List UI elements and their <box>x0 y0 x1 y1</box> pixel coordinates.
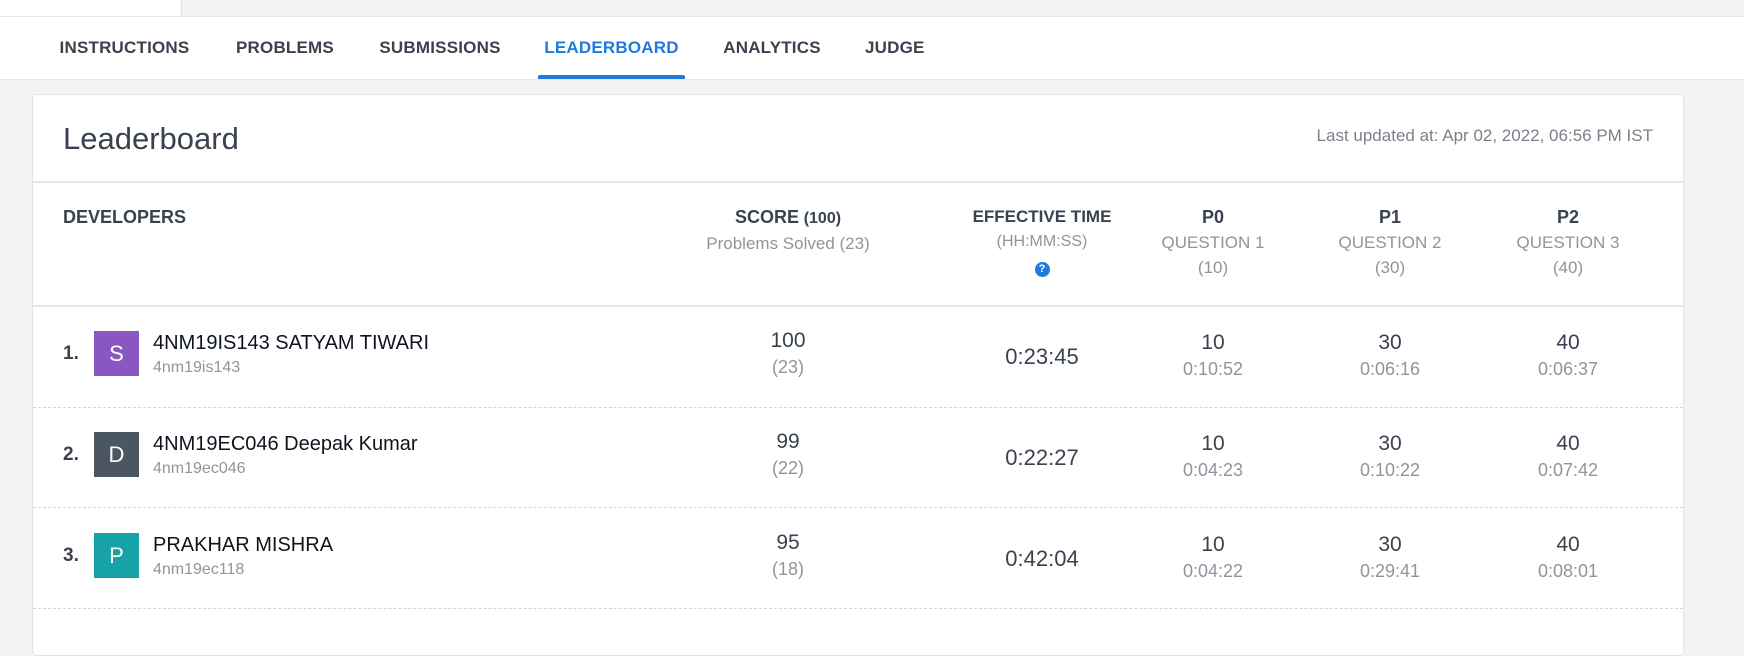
problem-time: 0:06:16 <box>1359 359 1421 379</box>
problem-score: 30 <box>1378 331 1402 354</box>
problem-cell-p0: 10 0:10:52 <box>1153 329 1273 383</box>
problem-cell-p0: 10 0:04:23 <box>1153 430 1273 484</box>
problem-cell-p2: 40 0:08:01 <box>1508 531 1628 585</box>
top-strip <box>0 0 1744 17</box>
developers-header: DEVELOPERS <box>63 207 187 227</box>
leaderboard-card: Leaderboard Last updated at: Apr 02, 202… <box>32 94 1684 656</box>
problem-time: 0:07:42 <box>1537 460 1599 480</box>
problem-header-p0: P0 QUESTION 1 (10) <box>1143 205 1283 280</box>
page-title: Leaderboard <box>63 121 239 156</box>
developer-handle: 4nm19is143 <box>153 359 241 376</box>
problem-score: 30 <box>1378 432 1402 455</box>
problem-score: 40 <box>1556 331 1580 354</box>
tab-leaderboard[interactable]: LEADERBOARD <box>538 17 685 79</box>
problem-name: QUESTION 3 <box>1516 233 1620 252</box>
effective-time-cell: 0:42:04 <box>1005 546 1079 571</box>
problem-name: QUESTION 2 <box>1338 233 1442 252</box>
problem-code: P2 <box>1556 207 1580 227</box>
tab-bar: INSTRUCTIONS PROBLEMS SUBMISSIONS LEADER… <box>0 17 1744 80</box>
row-divider <box>33 608 1683 609</box>
problem-score: 10 <box>1201 331 1225 354</box>
problem-time: 0:08:01 <box>1537 561 1599 581</box>
score-header-label: SCORE <box>734 207 799 227</box>
problem-cell-p1: 30 0:10:22 <box>1330 430 1450 484</box>
rank: 1. <box>63 343 79 364</box>
developer-handle: 4nm19ec118 <box>153 561 245 578</box>
solved-count: (18) <box>771 559 804 579</box>
problem-time: 0:10:52 <box>1182 359 1244 379</box>
problem-cell-p2: 40 0:07:42 <box>1508 430 1628 484</box>
time-format-label: (HH:MM:SS) <box>996 233 1088 250</box>
score-header: SCORE (100) Problems Solved (23) <box>683 205 893 256</box>
effective-time-header: EFFECTIVE TIME (HH:MM:SS) ? <box>937 204 1147 279</box>
problem-header-p2: P2 QUESTION 3 (40) <box>1498 205 1638 280</box>
problem-score: 40 <box>1556 533 1580 556</box>
avatar[interactable]: S <box>94 331 139 376</box>
problem-cell-p1: 30 0:29:41 <box>1330 531 1450 585</box>
avatar[interactable]: D <box>94 432 139 477</box>
score-value: 99 <box>776 430 800 453</box>
last-updated-text: Last updated at: Apr 02, 2022, 06:56 PM … <box>1316 126 1653 145</box>
table-row[interactable]: 1. S 4NM19IS143 SATYAM TIWARI 4nm19is143… <box>33 307 1683 407</box>
problems-solved-header: Problems Solved (23) <box>706 234 870 253</box>
row-divider <box>33 507 1683 508</box>
problem-points: (40) <box>1552 258 1584 277</box>
tab-judge[interactable]: JUDGE <box>865 17 924 79</box>
problem-header-p1: P1 QUESTION 2 (30) <box>1320 205 1460 280</box>
solved-count: (22) <box>771 458 804 478</box>
problem-cell-p0: 10 0:04:22 <box>1153 531 1273 585</box>
rank: 3. <box>63 545 79 566</box>
table-row[interactable]: 3. P PRAKHAR MISHRA 4nm19ec118 95 (18) 0… <box>33 509 1683 609</box>
problem-code: P0 <box>1201 207 1225 227</box>
developer-name[interactable]: 4NM19IS143 SATYAM TIWARI <box>153 332 429 355</box>
problem-time: 0:06:37 <box>1537 359 1599 379</box>
tab-problems[interactable]: PROBLEMS <box>236 17 334 79</box>
tab-instructions[interactable]: INSTRUCTIONS <box>58 17 191 79</box>
help-icon[interactable]: ? <box>1034 262 1050 277</box>
problem-cell-p2: 40 0:06:37 <box>1508 329 1628 383</box>
score-cell: 95 (18) <box>723 529 853 583</box>
problem-time: 0:10:22 <box>1359 460 1421 480</box>
avatar[interactable]: P <box>94 533 139 578</box>
problem-points: (30) <box>1374 258 1406 277</box>
tab-analytics[interactable]: ANALYTICS <box>722 17 822 79</box>
problem-score: 40 <box>1556 432 1580 455</box>
score-cell: 100 (23) <box>723 327 853 381</box>
problem-score: 10 <box>1201 533 1225 556</box>
solved-count: (23) <box>771 357 804 377</box>
score-header-max: (100) <box>803 210 842 227</box>
rank: 2. <box>63 444 79 465</box>
developer-handle: 4nm19ec046 <box>153 460 246 477</box>
header-divider <box>33 181 1683 183</box>
problem-score: 30 <box>1378 533 1402 556</box>
developer-name[interactable]: 4NM19EC046 Deepak Kumar <box>153 433 418 456</box>
effective-time-label: EFFECTIVE TIME <box>972 207 1112 226</box>
score-value: 100 <box>770 329 806 352</box>
score-value: 95 <box>776 531 800 554</box>
problem-cell-p1: 30 0:06:16 <box>1330 329 1450 383</box>
developer-name[interactable]: PRAKHAR MISHRA <box>153 534 333 557</box>
top-strip-box <box>0 0 182 16</box>
problem-code: P1 <box>1378 207 1402 227</box>
problem-name: QUESTION 1 <box>1161 233 1265 252</box>
problem-time: 0:29:41 <box>1359 561 1421 581</box>
problem-score: 10 <box>1201 432 1225 455</box>
tab-submissions[interactable]: SUBMISSIONS <box>378 17 502 79</box>
problem-time: 0:04:22 <box>1182 561 1244 581</box>
score-cell: 99 (22) <box>723 428 853 482</box>
problem-points: (10) <box>1197 258 1229 277</box>
effective-time-cell: 0:22:27 <box>1005 445 1079 470</box>
problem-time: 0:04:23 <box>1182 460 1244 480</box>
table-row[interactable]: 2. D 4NM19EC046 Deepak Kumar 4nm19ec046 … <box>33 408 1683 508</box>
effective-time-cell: 0:23:45 <box>1005 344 1079 369</box>
